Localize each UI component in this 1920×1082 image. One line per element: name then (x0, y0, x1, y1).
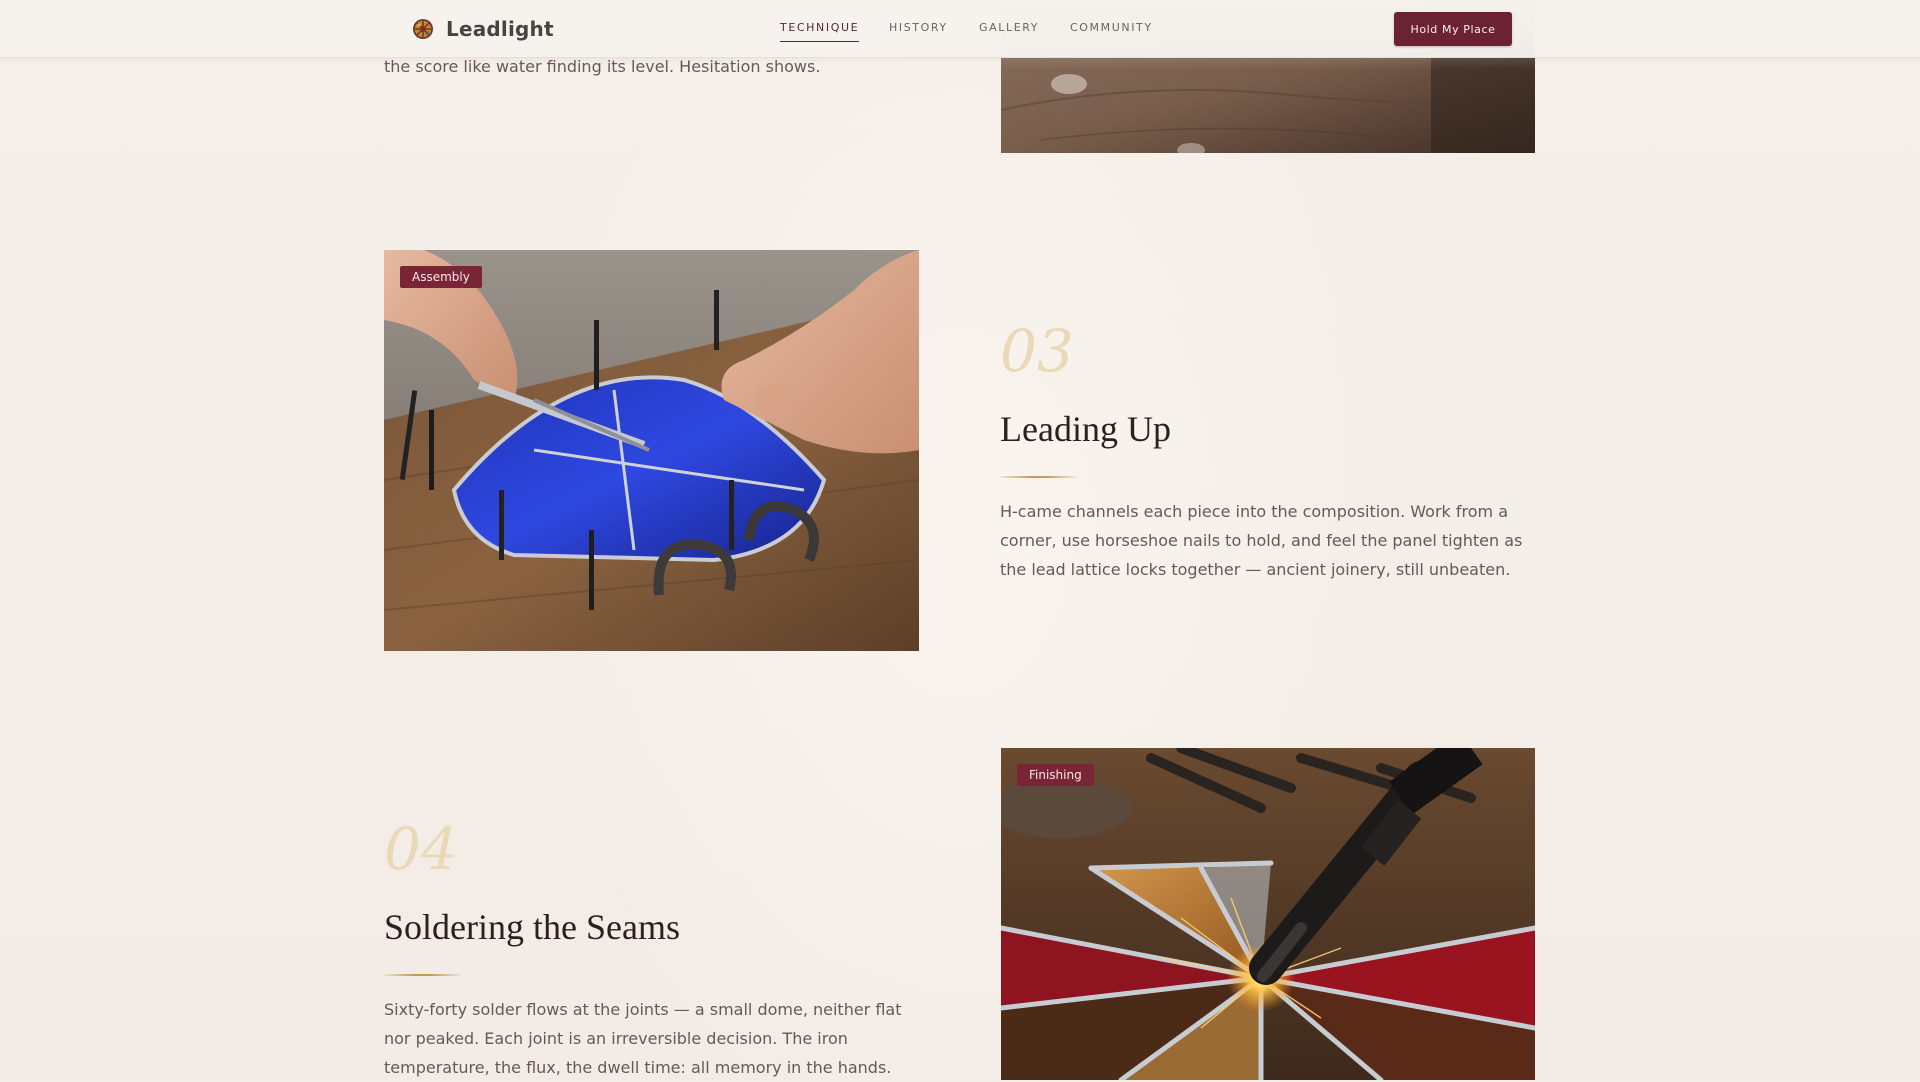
nav-technique[interactable]: TECHNIQUE (780, 21, 860, 42)
nav-gallery-label: GALLERY (979, 21, 1040, 34)
step-number: 03 (1000, 317, 1074, 385)
assembly-photo: Assembly (384, 250, 919, 651)
step-number: 04 (384, 815, 458, 883)
finishing-tag: Finishing (1017, 764, 1094, 786)
step-body: H-came channels each piece into the comp… (1000, 502, 1523, 579)
nav-history-label: HISTORY (889, 21, 948, 34)
rose-window-icon (413, 19, 433, 39)
step-title: Leading Up (1000, 409, 1171, 449)
gold-divider (384, 974, 460, 976)
nav-community-label: COMMUNITY (1070, 21, 1153, 34)
assembly-tag: Assembly (400, 266, 482, 288)
brand[interactable]: Leadlight (412, 16, 554, 42)
nav-history[interactable]: HISTORY (889, 21, 948, 34)
nav-technique-label: TECHNIQUE (780, 21, 860, 34)
nav-active-underline (780, 41, 860, 42)
brand-name: Leadlight (446, 17, 554, 41)
nav-gallery[interactable]: GALLERY (979, 21, 1039, 34)
step-04: 04 Soldering the Seams Sixty-forty solde… (384, 820, 924, 1082)
site-header: Leadlight TECHNIQUE HISTORY GALLERY COMM… (0, 0, 1920, 58)
step-body: Sixty-forty solder flows at the joints —… (384, 1000, 902, 1077)
hold-my-place-button[interactable]: Hold My Place (1394, 12, 1512, 46)
finishing-photo: Finishing (1001, 748, 1535, 1080)
gold-divider (1000, 476, 1076, 478)
step-title: Soldering the Seams (384, 907, 680, 947)
step-03: 03 Leading Up H-came channels each piece… (1000, 322, 1540, 584)
page-background (0, 0, 1920, 1080)
nav-community[interactable]: COMMUNITY (1070, 21, 1153, 34)
